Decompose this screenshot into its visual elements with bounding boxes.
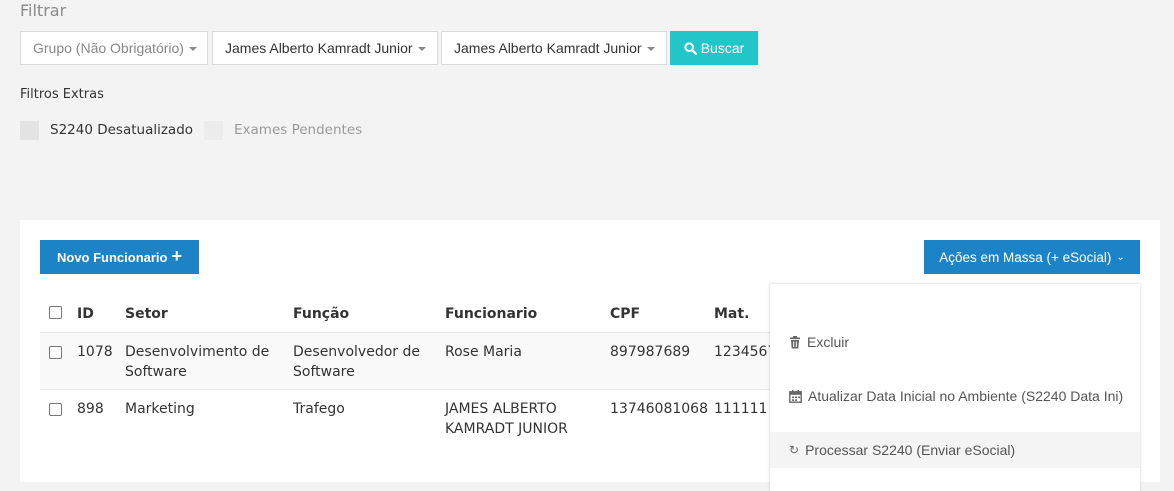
trash-icon (790, 335, 800, 348)
cell-cpf: 897987689 (610, 344, 691, 360)
mass-actions-label: Ações em Massa (+ eSocial) (939, 249, 1112, 265)
plus-icon: + (171, 246, 182, 266)
cell-funcionario: JAMES ALBERTO (445, 401, 557, 417)
filter-s2240-outdated[interactable]: S2240 Desatualizado (20, 120, 193, 140)
calendar-icon (789, 389, 802, 403)
row-checkbox[interactable] (49, 346, 62, 359)
cell-funcao: Trafego (293, 401, 345, 417)
caret-down-icon (646, 46, 655, 51)
cell-funcionario: Rose Maria (445, 344, 522, 360)
refresh-icon: ↻ (789, 443, 800, 457)
menu-item-label: Excluir (807, 334, 850, 350)
row-checkbox[interactable] (49, 403, 62, 416)
cell-cpf: 13746081068 (610, 401, 708, 417)
cell-funcao: Desenvolvedor de (293, 344, 420, 360)
new-employee-label: Novo Funcionario (56, 249, 168, 265)
employee-select-2-label: James Alberto Kamradt Junior (454, 40, 642, 56)
column-header-funcao[interactable]: Função (293, 304, 349, 324)
mass-actions-button[interactable]: Ações em Massa (+ eSocial) ⌄ (924, 240, 1140, 274)
search-button[interactable]: Buscar (670, 31, 758, 65)
filter-exams-label: Exames Pendentes (234, 122, 363, 138)
checkbox[interactable] (20, 120, 39, 140)
checkbox[interactable] (204, 120, 223, 140)
cell-funcao-line2: Software (293, 364, 355, 380)
menu-item-excluir[interactable]: Excluir (770, 324, 1140, 360)
mass-actions-menu: Excluir Atualizar Data Inicial no Ambien… (770, 284, 1140, 491)
employee-select-2[interactable]: James Alberto Kamradt Junior (441, 31, 667, 65)
menu-item-label: Processar S2240 (Enviar eSocial) (805, 442, 1016, 458)
filter-pending-exams[interactable]: Exames Pendentes (204, 120, 362, 140)
employee-select[interactable]: James Alberto Kamradt Junior (212, 31, 438, 65)
select-all-checkbox[interactable] (49, 306, 62, 319)
extras-title: Filtros Extras (20, 87, 104, 102)
column-header-setor[interactable]: Setor (125, 304, 168, 324)
search-button-label: Buscar (700, 40, 745, 56)
chevron-down-icon: ⌄ (1116, 251, 1125, 263)
caret-down-icon (417, 46, 426, 51)
cell-funcionario-line2: KAMRADT JUNIOR (445, 421, 568, 437)
cell-setor: Desenvolvimento de (125, 344, 270, 360)
filter-s2240-label: S2240 Desatualizado (50, 122, 194, 138)
column-header-funcionario[interactable]: Funcionario (445, 304, 537, 324)
cell-setor-line2: Software (125, 364, 187, 380)
column-header-id[interactable]: ID (77, 304, 94, 324)
cell-id: 1078 (77, 344, 113, 360)
cell-mat: 1234567 (714, 344, 777, 360)
column-header-mat[interactable]: Mat. (714, 304, 749, 324)
new-employee-button[interactable]: Novo Funcionario + (40, 240, 199, 274)
caret-down-icon (188, 46, 197, 51)
column-header-cpf[interactable]: CPF (610, 304, 640, 324)
group-select[interactable]: Grupo (Não Obrigatório) (20, 31, 208, 65)
menu-item-label: Atualizar Data Inicial no Ambiente (S224… (808, 388, 1124, 404)
search-icon (684, 41, 697, 55)
cell-id: 898 (77, 401, 104, 417)
menu-item-update-date[interactable]: Atualizar Data Inicial no Ambiente (S224… (770, 378, 1140, 414)
group-select-label: Grupo (Não Obrigatório) (33, 40, 184, 56)
filter-title: Filtrar (20, 1, 67, 20)
menu-item-process-s2240[interactable]: ↻ Processar S2240 (Enviar eSocial) (770, 432, 1140, 468)
employee-select-label: James Alberto Kamradt Junior (225, 40, 413, 56)
cell-mat: 111111 (714, 401, 768, 417)
cell-setor: Marketing (125, 401, 195, 417)
